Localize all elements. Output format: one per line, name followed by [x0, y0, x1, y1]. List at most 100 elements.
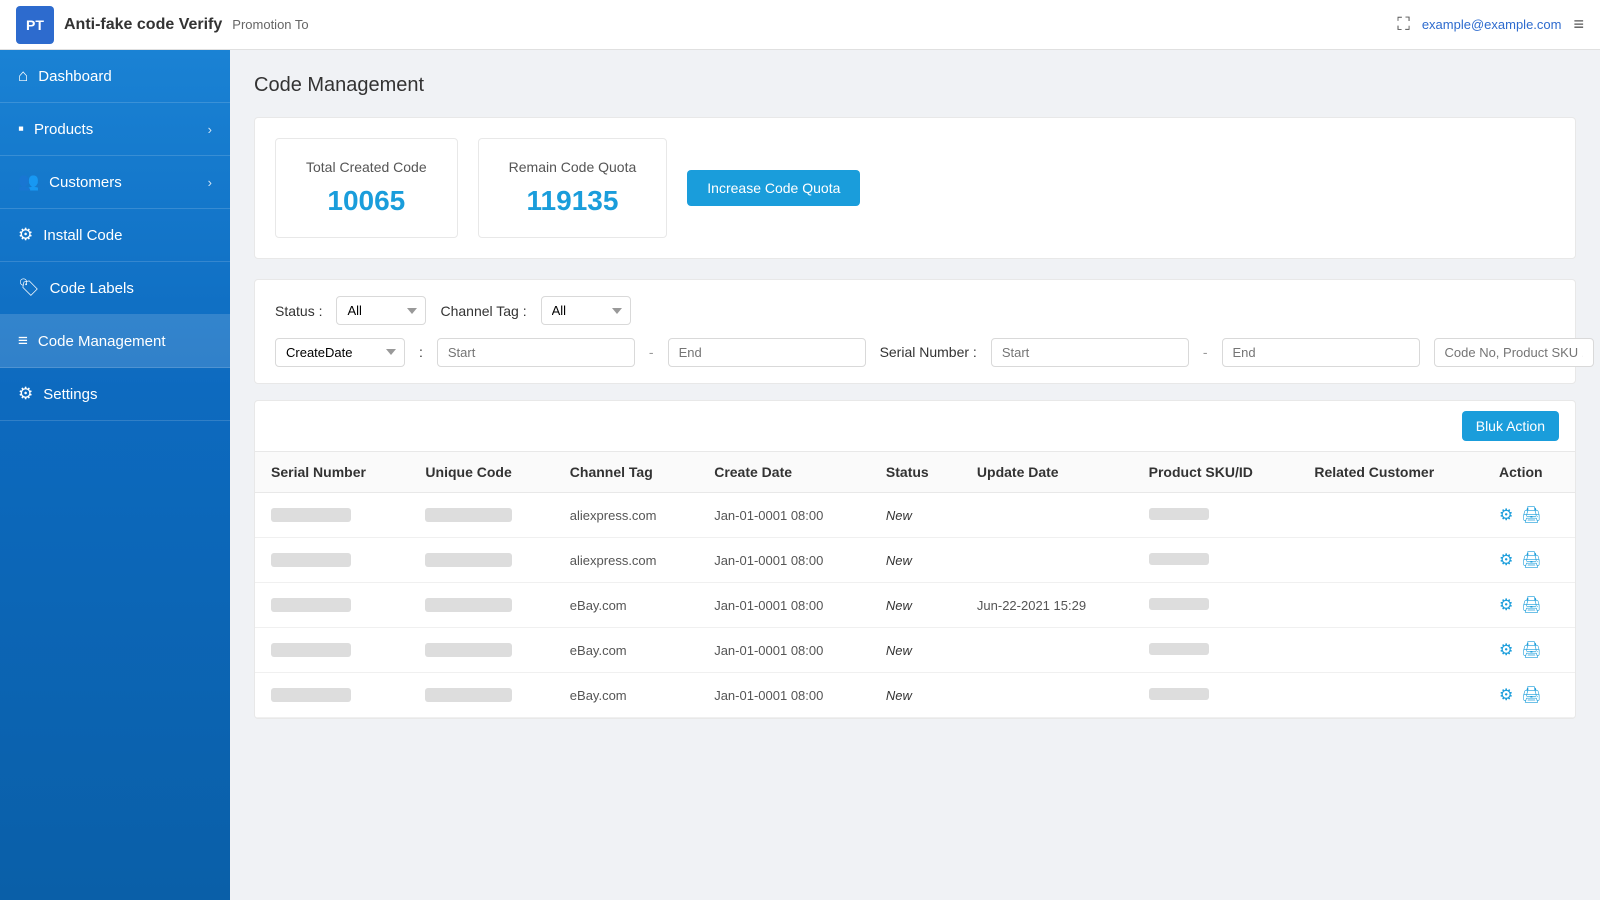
cell-channel-4: eBay.com: [554, 673, 698, 718]
cell-unique-code-4: [409, 673, 553, 718]
code-search-input[interactable]: [1434, 338, 1594, 367]
col-update-date: Update Date: [961, 452, 1133, 493]
action-icons-4: ⚙ 🖨: [1499, 685, 1559, 705]
cell-product-sku-3: [1133, 628, 1299, 673]
logo-text: PT: [26, 17, 44, 33]
sidebar-item-install-code[interactable]: ⚙ Install Code: [0, 209, 230, 262]
install-icon: ⚙: [18, 225, 33, 245]
col-action: Action: [1483, 452, 1575, 493]
sidebar-item-customers[interactable]: 👥 Customers ›: [0, 156, 230, 209]
table-body: aliexpress.com Jan-01-0001 08:00 New ⚙ 🖨…: [255, 493, 1575, 718]
cell-action-0: ⚙ 🖨: [1483, 493, 1575, 538]
serial-label: Serial Number :: [880, 344, 977, 360]
remain-quota-card: Remain Code Quota 119135: [478, 138, 668, 238]
cell-unique-code-3: [409, 628, 553, 673]
sidebar-item-dashboard[interactable]: ⌂ Dashboard: [0, 50, 230, 103]
products-icon: ▪: [18, 119, 24, 139]
gear-icon-0[interactable]: ⚙: [1499, 505, 1513, 525]
print-icon-0[interactable]: 🖨: [1521, 505, 1541, 525]
hamburger-icon[interactable]: ≡: [1573, 14, 1584, 35]
cell-channel-1: aliexpress.com: [554, 538, 698, 583]
col-related-customer: Related Customer: [1298, 452, 1483, 493]
cell-update-date-0: [961, 493, 1133, 538]
col-status: Status: [870, 452, 961, 493]
user-email[interactable]: example@example.com: [1422, 17, 1562, 32]
sidebar-item-products[interactable]: ▪ Products ›: [0, 103, 230, 156]
cell-action-1: ⚙ 🖨: [1483, 538, 1575, 583]
total-created-value: 10065: [306, 185, 427, 217]
sidebar-label-customers: Customers: [49, 174, 122, 191]
gear-icon-2[interactable]: ⚙: [1499, 595, 1513, 615]
status-label: Status :: [275, 303, 322, 319]
table-row: eBay.com Jan-01-0001 08:00 New ⚙ 🖨: [255, 673, 1575, 718]
col-unique-code: Unique Code: [409, 452, 553, 493]
header: PT Anti-fake code Verify Promotion To ⛶ …: [0, 0, 1600, 50]
serial-end-input[interactable]: [1222, 338, 1420, 367]
sidebar-label-dashboard: Dashboard: [38, 68, 111, 85]
sidebar-label-code-labels: Code Labels: [50, 280, 134, 297]
table-row: aliexpress.com Jan-01-0001 08:00 New ⚙ 🖨: [255, 538, 1575, 583]
sidebar-item-settings[interactable]: ⚙ Settings: [0, 368, 230, 421]
cell-serial-2: [255, 583, 409, 628]
print-icon-4[interactable]: 🖨: [1521, 685, 1541, 705]
cell-update-date-1: [961, 538, 1133, 583]
gear-icon-3[interactable]: ⚙: [1499, 640, 1513, 660]
label-icon: 🏷: [18, 278, 40, 298]
cell-unique-code-2: [409, 583, 553, 628]
print-icon-2[interactable]: 🖨: [1521, 595, 1541, 615]
settings-icon: ⚙: [18, 384, 33, 404]
cell-product-sku-1: [1133, 538, 1299, 583]
date-end-input[interactable]: [668, 338, 866, 367]
col-product-sku: Product SKU/ID: [1133, 452, 1299, 493]
cell-create-date-3: Jan-01-0001 08:00: [698, 628, 870, 673]
cell-channel-0: aliexpress.com: [554, 493, 698, 538]
sidebar-label-install-code: Install Code: [43, 227, 122, 244]
print-icon-3[interactable]: 🖨: [1521, 640, 1541, 660]
sidebar-label-code-management: Code Management: [38, 333, 166, 350]
cell-action-2: ⚙ 🖨: [1483, 583, 1575, 628]
cell-update-date-2: Jun-22-2021 15:29: [961, 583, 1133, 628]
channel-select[interactable]: All: [541, 296, 631, 325]
print-icon-1[interactable]: 🖨: [1521, 550, 1541, 570]
sidebar-label-products: Products: [34, 121, 93, 138]
cell-create-date-1: Jan-01-0001 08:00: [698, 538, 870, 583]
sidebar-item-code-management[interactable]: ≡ Code Management: [0, 315, 230, 368]
remain-quota-label: Remain Code Quota: [509, 159, 637, 175]
code-table: Serial Number Unique Code Channel Tag Cr…: [255, 452, 1575, 718]
gear-icon-1[interactable]: ⚙: [1499, 550, 1513, 570]
serial-start-input[interactable]: [991, 338, 1189, 367]
status-select[interactable]: All: [336, 296, 426, 325]
cell-serial-0: [255, 493, 409, 538]
total-created-card: Total Created Code 10065: [275, 138, 458, 238]
management-icon: ≡: [18, 331, 28, 351]
cell-related-customer-2: [1298, 583, 1483, 628]
table-row: aliexpress.com Jan-01-0001 08:00 New ⚙ 🖨: [255, 493, 1575, 538]
sidebar-item-code-labels[interactable]: 🏷 Code Labels: [0, 262, 230, 315]
cell-create-date-4: Jan-01-0001 08:00: [698, 673, 870, 718]
increase-code-quota-button[interactable]: Increase Code Quota: [687, 170, 860, 206]
cell-unique-code-0: [409, 493, 553, 538]
chevron-right-icon: ›: [208, 122, 212, 137]
app-title: Anti-fake code Verify: [64, 16, 222, 34]
cell-update-date-4: [961, 673, 1133, 718]
action-icons-1: ⚙ 🖨: [1499, 550, 1559, 570]
table-row: eBay.com Jan-01-0001 08:00 New Jun-22-20…: [255, 583, 1575, 628]
date-start-input[interactable]: [437, 338, 635, 367]
cell-related-customer-3: [1298, 628, 1483, 673]
date-field-select[interactable]: CreateDate: [275, 338, 405, 367]
table-row: eBay.com Jan-01-0001 08:00 New ⚙ 🖨: [255, 628, 1575, 673]
cell-serial-1: [255, 538, 409, 583]
bulk-action-button[interactable]: Bluk Action: [1462, 411, 1559, 441]
col-serial-number: Serial Number: [255, 452, 409, 493]
customers-icon: 👥: [18, 172, 39, 192]
col-create-date: Create Date: [698, 452, 870, 493]
fullscreen-icon[interactable]: ⛶: [1397, 14, 1410, 35]
cell-create-date-0: Jan-01-0001 08:00: [698, 493, 870, 538]
cell-related-customer-4: [1298, 673, 1483, 718]
cell-channel-3: eBay.com: [554, 628, 698, 673]
logo: PT: [16, 6, 54, 44]
page-title: Code Management: [254, 74, 1576, 97]
gear-icon-4[interactable]: ⚙: [1499, 685, 1513, 705]
cell-unique-code-1: [409, 538, 553, 583]
serial-dash: -: [1203, 344, 1208, 360]
